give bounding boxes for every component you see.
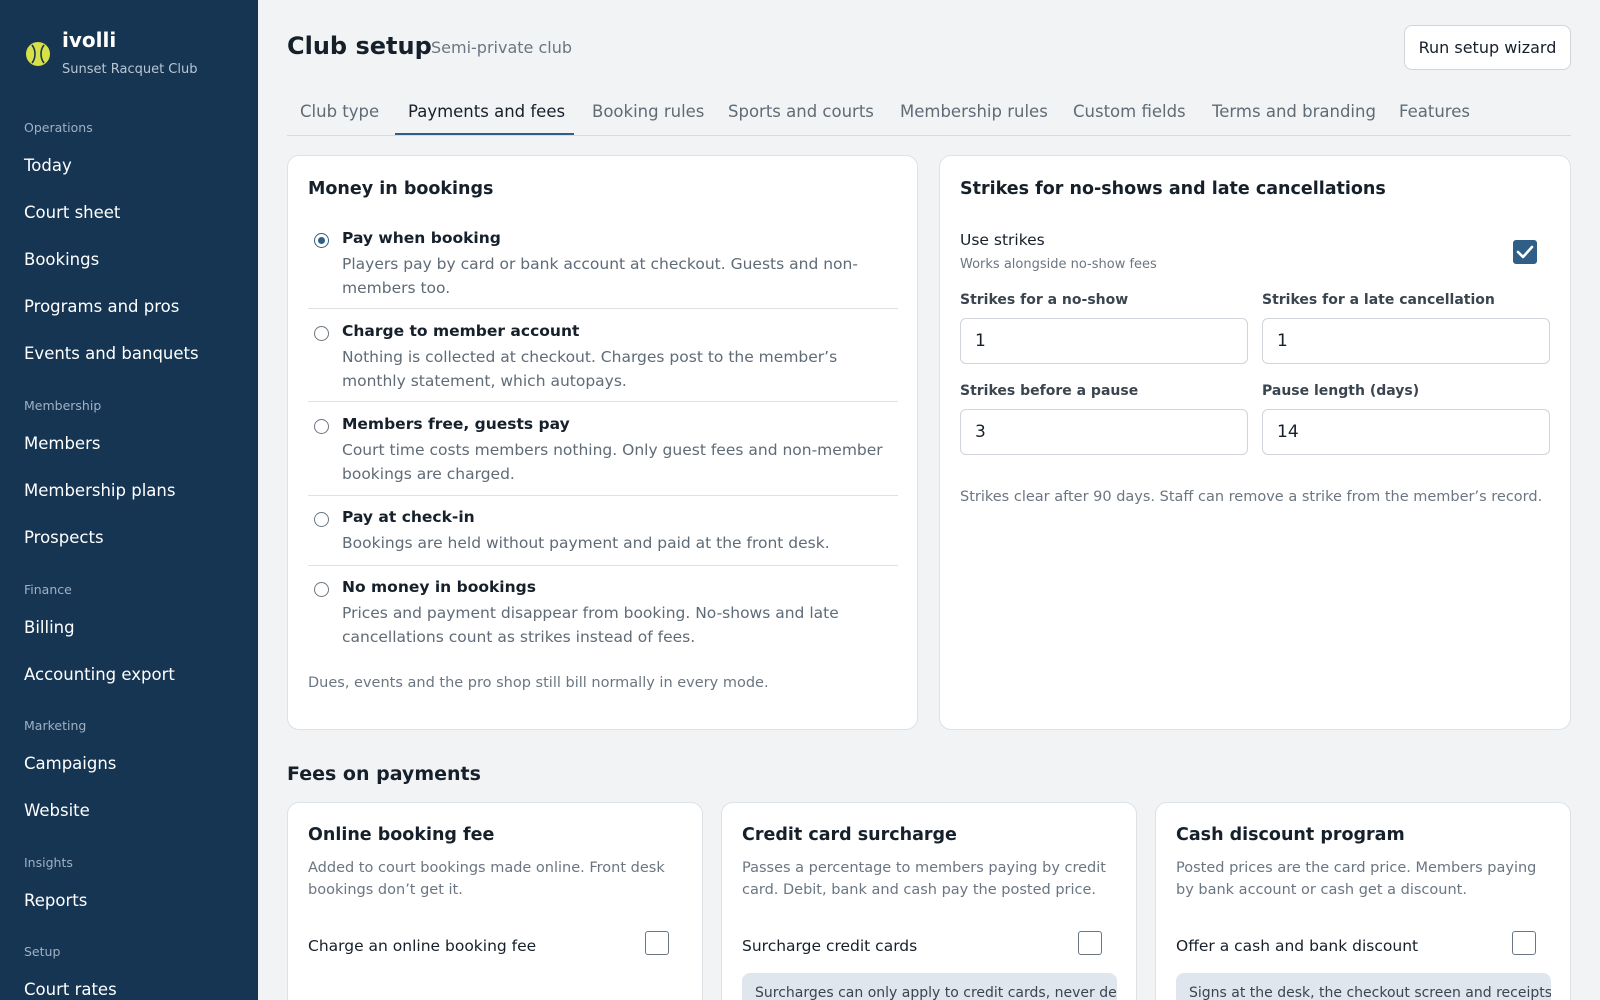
divider [308, 401, 898, 402]
online-booking-fee-card: Online booking fee Added to court bookin… [287, 802, 703, 1000]
sidebar-item-today[interactable]: Today [24, 156, 72, 175]
club-type-subtitle: Semi-private club [431, 38, 572, 57]
sidebar-item-campaigns[interactable]: Campaigns [24, 754, 116, 773]
cash-discount-card: Cash discount program Posted prices are … [1155, 802, 1571, 1000]
surcharge-info-box: Surcharges can only apply to credit card… [742, 973, 1117, 1000]
option-description: Bookings are held without payment and pa… [342, 534, 830, 552]
sidebar-item-billing[interactable]: Billing [24, 618, 75, 637]
radio-pay-at-check-in[interactable] [314, 512, 329, 527]
club-name: Sunset Racquet Club [62, 62, 198, 77]
tab-payments-and-fees[interactable]: Payments and fees [408, 102, 565, 121]
option-pay-at-check-in[interactable]: Pay at check-in Bookings are held withou… [308, 508, 898, 556]
tab-custom-fields[interactable]: Custom fields [1073, 102, 1186, 121]
tab-bar: Club type Payments and fees Booking rule… [287, 92, 1571, 136]
nav-section-finance: Finance [24, 582, 72, 597]
brand-name: ivolli [62, 28, 117, 52]
nav-section-marketing: Marketing [24, 718, 87, 733]
use-strikes-checkbox[interactable] [1513, 240, 1537, 264]
sidebar-item-accounting-export[interactable]: Accounting export [24, 665, 175, 684]
nav-section-insights: Insights [24, 855, 73, 870]
pause-length-label: Pause length (days) [1262, 383, 1420, 399]
option-description: Court time costs members nothing. Only g… [342, 441, 883, 483]
sidebar-item-bookings[interactable]: Bookings [24, 250, 99, 269]
sidebar-item-prospects[interactable]: Prospects [24, 528, 104, 547]
strikes-note: Strikes clear after 90 days. Staff can r… [960, 489, 1543, 505]
credit-card-surcharge-title: Credit card surcharge [742, 825, 957, 845]
money-note: Dues, events and the pro shop still bill… [308, 675, 769, 691]
fees-section-title: Fees on payments [287, 763, 481, 785]
divider [308, 565, 898, 566]
option-no-money-in-bookings[interactable]: No money in bookings Prices and payment … [308, 578, 898, 648]
nav-section-setup: Setup [24, 944, 61, 959]
radio-members-free-guests-pay[interactable] [314, 419, 329, 434]
money-in-bookings-card: Money in bookings Pay when booking Playe… [287, 155, 918, 730]
cash-discount-title: Cash discount program [1176, 825, 1405, 845]
tab-membership-rules[interactable]: Membership rules [900, 102, 1048, 121]
active-tab-indicator [395, 133, 574, 135]
cash-discount-checkbox[interactable] [1512, 931, 1536, 955]
divider [308, 495, 898, 496]
option-title: No money in bookings [342, 578, 536, 596]
credit-card-surcharge-card: Credit card surcharge Passes a percentag… [721, 802, 1137, 1000]
strikes-before-pause-label: Strikes before a pause [960, 383, 1139, 399]
tab-club-type[interactable]: Club type [300, 102, 379, 121]
use-strikes-label: Use strikes [960, 231, 1045, 249]
no-show-strikes-input[interactable] [960, 318, 1248, 364]
option-title: Members free, guests pay [342, 415, 570, 433]
option-description: Players pay by card or bank account at c… [342, 255, 858, 297]
online-booking-fee-description: Added to court bookings made online. Fro… [308, 860, 665, 898]
radio-charge-to-member-account[interactable] [314, 326, 329, 341]
money-in-bookings-title: Money in bookings [308, 179, 494, 199]
sidebar-item-programs-and-pros[interactable]: Programs and pros [24, 297, 179, 316]
option-members-free-guests-pay[interactable]: Members free, guests pay Court time cost… [308, 415, 898, 485]
online-booking-fee-checkbox[interactable] [645, 931, 669, 955]
radio-pay-when-booking[interactable] [314, 233, 329, 248]
run-setup-wizard-button[interactable]: Run setup wizard [1404, 25, 1571, 70]
tab-terms-and-branding[interactable]: Terms and branding [1212, 102, 1376, 121]
sidebar-item-events-and-banquets[interactable]: Events and banquets [24, 344, 199, 363]
sidebar-item-court-sheet[interactable]: Court sheet [24, 203, 120, 222]
online-booking-fee-toggle-label: Charge an online booking fee [308, 937, 537, 955]
sidebar-item-court-rates[interactable]: Court rates [24, 980, 117, 999]
strikes-before-pause-input[interactable] [960, 409, 1248, 455]
option-charge-to-member-account[interactable]: Charge to member account Nothing is coll… [308, 322, 898, 392]
credit-card-surcharge-description: Passes a percentage to members paying by… [742, 860, 1106, 898]
checkmark-icon [1516, 245, 1534, 259]
late-cancel-strikes-input[interactable] [1262, 318, 1550, 364]
cash-discount-description: Posted prices are the card price. Member… [1176, 860, 1537, 898]
late-cancel-strikes-label: Strikes for a late cancellation [1262, 292, 1495, 308]
surcharge-checkbox[interactable] [1078, 931, 1102, 955]
sidebar-item-members[interactable]: Members [24, 434, 100, 453]
option-description: Nothing is collected at checkout. Charge… [342, 348, 838, 390]
cash-discount-info-box: Signs at the desk, the checkout screen a… [1176, 973, 1551, 1000]
strikes-card: Strikes for no-shows and late cancellati… [939, 155, 1571, 730]
strikes-title: Strikes for no-shows and late cancellati… [960, 179, 1386, 199]
no-show-strikes-label: Strikes for a no-show [960, 292, 1129, 308]
tennis-ball-icon [26, 42, 50, 66]
tab-features[interactable]: Features [1399, 102, 1470, 121]
option-title: Charge to member account [342, 322, 580, 340]
tab-booking-rules[interactable]: Booking rules [592, 102, 704, 121]
sidebar-item-website[interactable]: Website [24, 801, 90, 820]
sidebar-item-reports[interactable]: Reports [24, 891, 87, 910]
page-title: Club setup [287, 32, 432, 60]
surcharge-toggle-label: Surcharge credit cards [742, 937, 918, 955]
online-booking-fee-title: Online booking fee [308, 825, 495, 845]
option-title: Pay at check-in [342, 508, 475, 526]
use-strikes-hint: Works alongside no-show fees [960, 257, 1157, 272]
nav-section-membership: Membership [24, 398, 102, 413]
cash-discount-toggle-label: Offer a cash and bank discount [1176, 937, 1419, 955]
pause-length-input[interactable] [1262, 409, 1550, 455]
option-description: Prices and payment disappear from bookin… [342, 604, 839, 646]
nav-section-operations: Operations [24, 120, 93, 135]
divider [308, 308, 898, 309]
option-pay-when-booking[interactable]: Pay when booking Players pay by card or … [308, 229, 898, 299]
radio-no-money-in-bookings[interactable] [314, 582, 329, 597]
tab-sports-and-courts[interactable]: Sports and courts [728, 102, 874, 121]
sidebar-item-membership-plans[interactable]: Membership plans [24, 481, 175, 500]
sidebar: ivolli Sunset Racquet Club Operations To… [0, 0, 258, 1000]
option-title: Pay when booking [342, 229, 501, 247]
